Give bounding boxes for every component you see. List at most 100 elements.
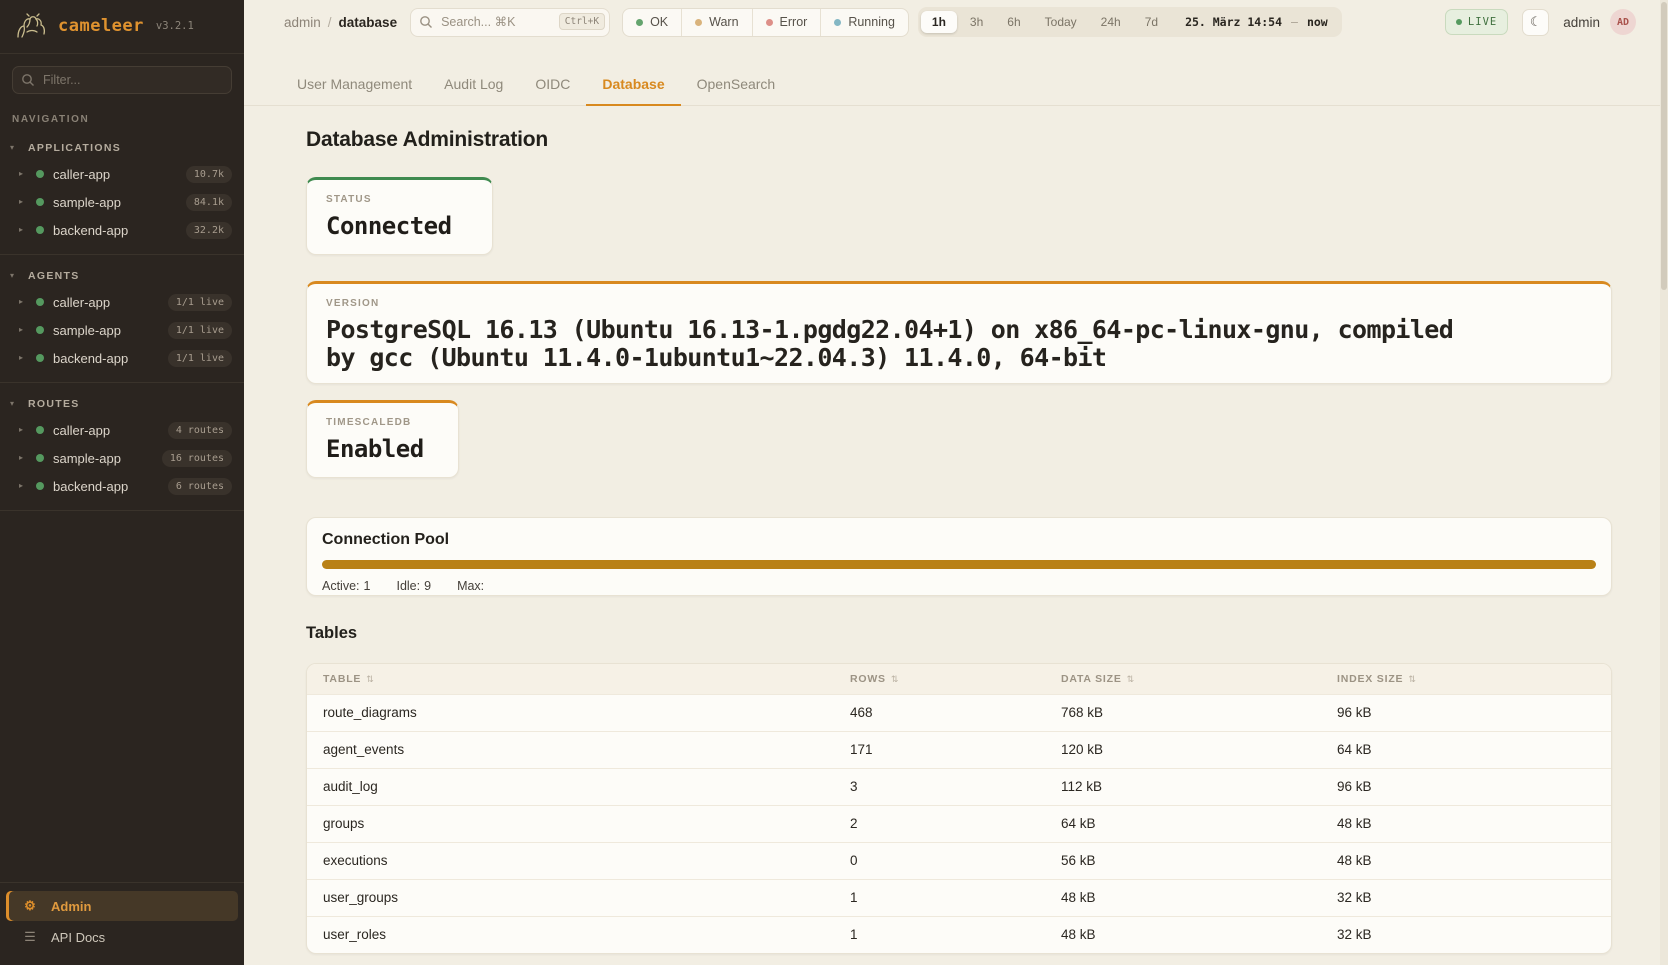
status-dot bbox=[36, 482, 44, 490]
time-range-6h[interactable]: 6h bbox=[996, 11, 1031, 33]
status-filter-error[interactable]: Error bbox=[752, 9, 821, 36]
status-dot bbox=[766, 19, 773, 26]
footer-item-label: API Docs bbox=[51, 930, 105, 945]
chevron-down-icon: ▾ bbox=[10, 272, 14, 280]
logo-row[interactable]: cameleer v3.2.1 bbox=[0, 0, 244, 54]
tables-table: TABLE⇅ROWS⇅DATA SIZE⇅INDEX SIZE⇅ route_d… bbox=[307, 664, 1611, 953]
section-header-agents[interactable]: ▾AGENTS bbox=[0, 264, 244, 288]
table-row[interactable]: executions056 kB48 kB bbox=[307, 842, 1611, 879]
chevron-right-icon: ▸ bbox=[19, 426, 27, 434]
sidebar-item-label: sample-app bbox=[53, 451, 153, 466]
time-range-7d[interactable]: 7d bbox=[1134, 11, 1169, 33]
breadcrumb-current: database bbox=[339, 15, 398, 30]
column-header-index-size[interactable]: INDEX SIZE⇅ bbox=[1321, 664, 1611, 694]
date-range-from: 25. März 14:54 bbox=[1185, 15, 1282, 29]
column-header-rows[interactable]: ROWS⇅ bbox=[834, 664, 1045, 694]
tab-opensearch[interactable]: OpenSearch bbox=[681, 76, 792, 105]
date-range[interactable]: 25. März 14:54 — now bbox=[1185, 15, 1328, 29]
table-cell: 32 kB bbox=[1321, 916, 1611, 953]
tab-user-management[interactable]: User Management bbox=[281, 76, 428, 105]
timescaledb-card-label: TIMESCALEDB bbox=[326, 417, 439, 428]
chevron-right-icon: ▸ bbox=[19, 170, 27, 178]
dark-mode-toggle[interactable]: ☾ bbox=[1522, 9, 1549, 36]
tab-audit-log[interactable]: Audit Log bbox=[428, 76, 519, 105]
avatar[interactable]: AD bbox=[1610, 9, 1636, 35]
status-card: STATUS Connected bbox=[306, 177, 493, 255]
status-dot bbox=[36, 354, 44, 362]
sidebar-item-caller-app[interactable]: ▸caller-app1/1 live bbox=[0, 288, 244, 316]
status-filter-ok[interactable]: OK bbox=[623, 9, 681, 36]
search-kbd-shortcut: Ctrl+K bbox=[559, 13, 605, 30]
navigation-label: NAVIGATION bbox=[0, 100, 244, 127]
status-filter-group: OK Warn Error Running bbox=[622, 8, 909, 37]
sidebar-item-api-docs[interactable]: ☰ API Docs bbox=[6, 922, 238, 952]
tab-database[interactable]: Database bbox=[586, 76, 680, 106]
table-row[interactable]: route_diagrams468768 kB96 kB bbox=[307, 694, 1611, 731]
sidebar-item-backend-app[interactable]: ▸backend-app6 routes bbox=[0, 472, 244, 500]
table-row[interactable]: agent_events171120 kB64 kB bbox=[307, 731, 1611, 768]
topbar-right-group: LIVE ☾ admin AD bbox=[1445, 9, 1636, 36]
status-filter-label: Error bbox=[780, 15, 808, 29]
pool-idle-stat: Idle: 9 bbox=[396, 579, 431, 593]
filter-input[interactable] bbox=[12, 66, 232, 94]
table-cell: 56 kB bbox=[1045, 842, 1321, 879]
sidebar-item-sample-app[interactable]: ▸sample-app84.1k bbox=[0, 188, 244, 216]
table-cell: 32 kB bbox=[1321, 879, 1611, 916]
column-header-table[interactable]: TABLE⇅ bbox=[307, 664, 834, 694]
table-row[interactable]: user_groups148 kB32 kB bbox=[307, 879, 1611, 916]
chevron-right-icon: ▸ bbox=[19, 326, 27, 334]
sidebar-item-caller-app[interactable]: ▸caller-app10.7k bbox=[0, 160, 244, 188]
vertical-scrollbar[interactable] bbox=[1660, 0, 1668, 965]
sidebar-item-caller-app[interactable]: ▸caller-app4 routes bbox=[0, 416, 244, 444]
table-cell: 768 kB bbox=[1045, 694, 1321, 731]
table-row[interactable]: audit_log3112 kB96 kB bbox=[307, 768, 1611, 805]
section-header-applications[interactable]: ▾APPLICATIONS bbox=[0, 136, 244, 160]
status-filter-running[interactable]: Running bbox=[820, 9, 908, 36]
time-range-today[interactable]: Today bbox=[1034, 11, 1088, 33]
table-row[interactable]: groups264 kB48 kB bbox=[307, 805, 1611, 842]
scrollbar-thumb[interactable] bbox=[1661, 2, 1667, 290]
status-filter-warn[interactable]: Warn bbox=[681, 9, 751, 36]
pool-max-stat: Max: bbox=[457, 579, 488, 593]
live-dot bbox=[1456, 19, 1462, 25]
table-cell: 48 kB bbox=[1045, 879, 1321, 916]
time-range-24h[interactable]: 24h bbox=[1090, 11, 1132, 33]
sidebar-item-backend-app[interactable]: ▸backend-app32.2k bbox=[0, 216, 244, 244]
time-range-1h[interactable]: 1h bbox=[921, 11, 957, 33]
sidebar-item-sample-app[interactable]: ▸sample-app1/1 live bbox=[0, 316, 244, 344]
sidebar-filter bbox=[12, 66, 232, 94]
search-box: Ctrl+K bbox=[410, 8, 610, 37]
sidebar-item-sample-app[interactable]: ▸sample-app16 routes bbox=[0, 444, 244, 472]
chevron-right-icon: ▸ bbox=[19, 298, 27, 306]
version-card-label: VERSION bbox=[326, 298, 1592, 309]
sidebar-item-label: backend-app bbox=[53, 223, 177, 238]
table-cell: 0 bbox=[834, 842, 1045, 879]
table-row[interactable]: user_roles148 kB32 kB bbox=[307, 916, 1611, 953]
timescaledb-card: TIMESCALEDB Enabled bbox=[306, 400, 459, 478]
status-dot bbox=[36, 454, 44, 462]
live-badge[interactable]: LIVE bbox=[1445, 9, 1508, 35]
status-filter-label: Warn bbox=[709, 15, 738, 29]
table-body: route_diagrams468768 kB96 kBagent_events… bbox=[307, 694, 1611, 953]
sidebar-item-admin[interactable]: ⚙Admin bbox=[6, 891, 238, 921]
table-cell: 171 bbox=[834, 731, 1045, 768]
breadcrumb: admin / database bbox=[284, 15, 397, 30]
table-cell: 112 kB bbox=[1045, 768, 1321, 805]
table-cell: 1 bbox=[834, 916, 1045, 953]
status-dot bbox=[636, 19, 643, 26]
breadcrumb-parent[interactable]: admin bbox=[284, 15, 321, 30]
chevron-right-icon: ▸ bbox=[19, 198, 27, 206]
status-card-label: STATUS bbox=[326, 194, 473, 205]
pool-active-stat: Active: 1 bbox=[322, 579, 370, 593]
brand-version: v3.2.1 bbox=[156, 20, 194, 32]
column-header-data-size[interactable]: DATA SIZE⇅ bbox=[1045, 664, 1321, 694]
tab-oidc[interactable]: OIDC bbox=[519, 76, 586, 105]
pool-active-label: Active: bbox=[322, 579, 360, 593]
docs-icon: ☰ bbox=[22, 929, 38, 945]
chevron-down-icon: ▾ bbox=[10, 144, 14, 152]
section-header-routes[interactable]: ▾ROUTES bbox=[0, 392, 244, 416]
table-cell: audit_log bbox=[307, 768, 834, 805]
time-range-3h[interactable]: 3h bbox=[959, 11, 994, 33]
sidebar-item-backend-app[interactable]: ▸backend-app1/1 live bbox=[0, 344, 244, 372]
status-dot bbox=[36, 298, 44, 306]
